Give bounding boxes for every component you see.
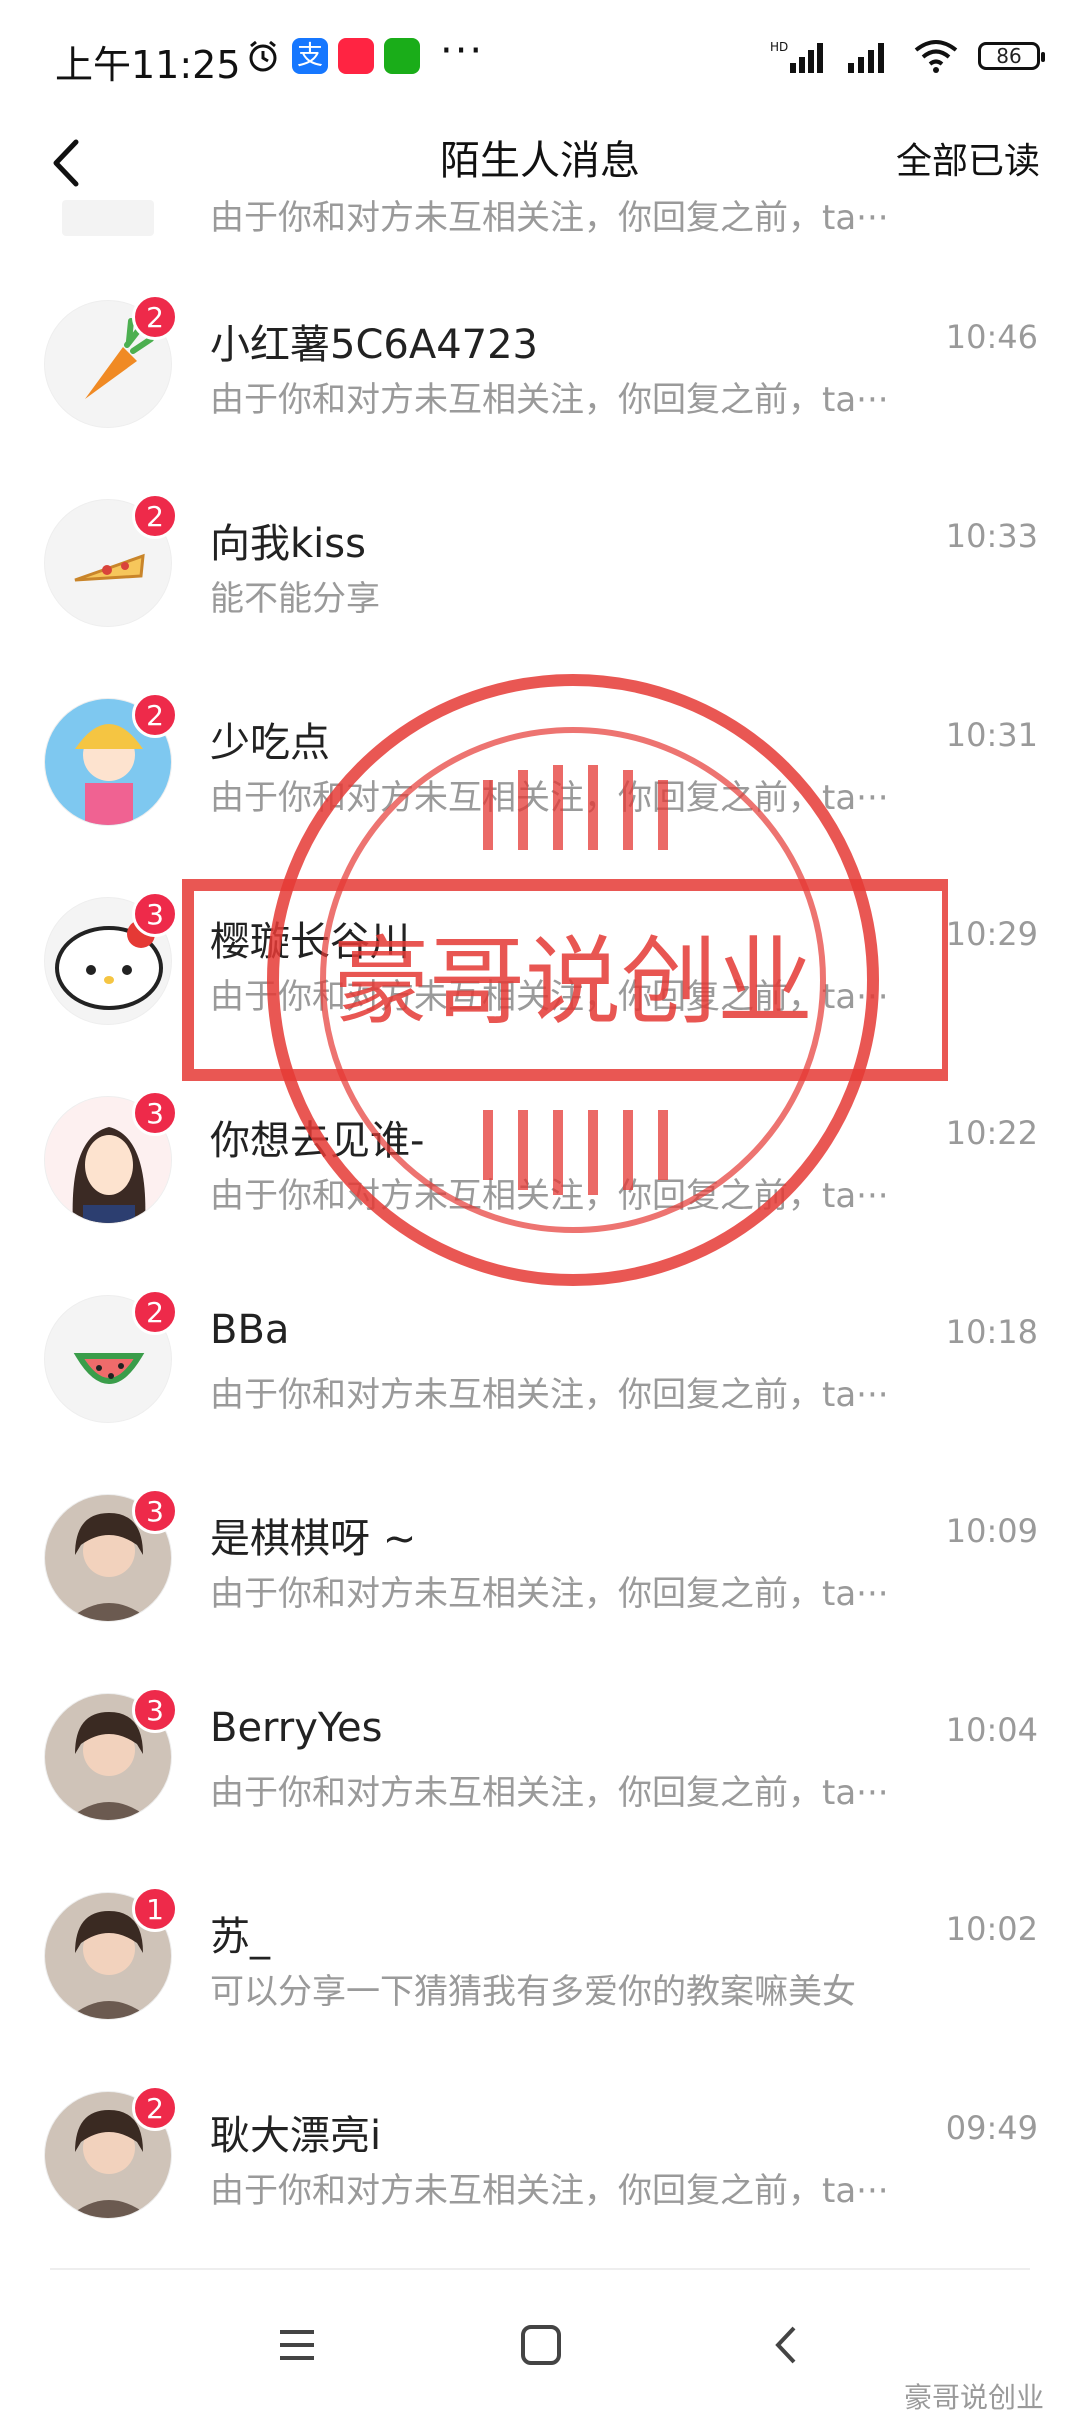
conversation-item[interactable]: 3 BerryYes 10:04 由于你和对方未互相关注，你回复之前，ta··· — [0, 1653, 1080, 1851]
conversation-item[interactable]: 2 小红薯5C6A4723 10:46 由于你和对方未互相关注，你回复之前，ta··· — [0, 260, 1080, 458]
battery-indicator: 86 — [978, 42, 1045, 70]
message-time: 10:33 — [945, 517, 1038, 555]
message-preview: 由于你和对方未互相关注，你回复之前，ta··· — [210, 2171, 889, 2211]
contact-name: 是棋棋呀 ~ — [210, 1516, 417, 1562]
home-button[interactable] — [506, 2310, 576, 2380]
partial-list-item[interactable]: 由于你和对方未互相关注，你回复之前，ta··· — [0, 160, 1080, 240]
message-time: 10:04 — [945, 1711, 1038, 1749]
message-preview: 由于你和对方未互相关注，你回复之前，ta··· — [210, 1773, 889, 1813]
message-time: 10:18 — [945, 1313, 1038, 1351]
unread-badge: 3 — [132, 891, 178, 937]
hd-signal-icon: HD — [770, 40, 823, 73]
conversation-item[interactable]: 2 少吃点 10:31 由于你和对方未互相关注，你回复之前，ta··· — [0, 658, 1080, 856]
conversation-item[interactable]: 3 是棋棋呀 ~ 10:09 由于你和对方未互相关注，你回复之前，ta··· — [0, 1454, 1080, 1652]
status-bar: 上午11:25 支 ··· HD 86 — [0, 0, 1080, 120]
unread-badge: 1 — [132, 1886, 178, 1932]
signal-icon — [848, 43, 884, 73]
contact-name: BerryYes — [210, 1705, 383, 1751]
avatar — [62, 200, 154, 236]
alipay-icon: 支 — [292, 38, 328, 74]
status-time: 上午11:25 — [55, 43, 241, 87]
square-icon — [521, 2325, 561, 2365]
unread-badge: 2 — [132, 1289, 178, 1335]
message-preview: 由于你和对方未互相关注，你回复之前，ta··· — [210, 380, 889, 420]
message-preview: 能不能分享 — [210, 579, 380, 619]
conversation-item[interactable]: 2 BBa 10:18 由于你和对方未互相关注，你回复之前，ta··· — [0, 1255, 1080, 1453]
message-preview: 由于你和对方未互相关注，你回复之前，ta··· — [210, 778, 889, 818]
message-time: 09:49 — [945, 2109, 1038, 2147]
menu-icon — [280, 2330, 314, 2360]
message-preview: 可以分享一下猜猜我有多爱你的教案嘛美女 — [210, 1972, 856, 2012]
conversation-item[interactable]: 1 苏_ 10:02 可以分享一下猜猜我有多爱你的教案嘛美女 — [0, 1852, 1080, 2050]
alarm-icon — [249, 40, 277, 72]
more-notifications-icon: ··· — [440, 28, 485, 74]
contact-name: 耿大漂亮i — [210, 2113, 382, 2159]
message-preview: 由于你和对方未互相关注，你回复之前，ta··· — [210, 198, 889, 238]
contact-name: 少吃点 — [210, 720, 330, 766]
unread-badge: 2 — [132, 493, 178, 539]
xiaohongshu-icon — [338, 38, 374, 74]
contact-name: BBa — [210, 1307, 290, 1353]
message-preview: 由于你和对方未互相关注，你回复之前，ta··· — [210, 1176, 889, 1216]
contact-name: 向我kiss — [210, 521, 366, 567]
status-right: HD 86 — [770, 36, 1045, 76]
wechat-icon — [384, 38, 420, 74]
contact-name: 苏_ — [210, 1914, 270, 1960]
conversation-item[interactable]: 2 耿大漂亮i 09:49 由于你和对方未互相关注，你回复之前，ta··· — [0, 2051, 1080, 2249]
recent-apps-button[interactable] — [262, 2310, 332, 2380]
unread-badge: 2 — [132, 294, 178, 340]
divider — [50, 2268, 1030, 2270]
message-preview: 由于你和对方未互相关注，你回复之前，ta··· — [210, 977, 889, 1017]
contact-name: 小红薯5C6A4723 — [210, 322, 538, 368]
message-time: 10:22 — [945, 1114, 1038, 1152]
message-time: 10:46 — [945, 318, 1038, 356]
message-time: 10:29 — [945, 915, 1038, 953]
message-time: 10:09 — [945, 1512, 1038, 1550]
unread-badge: 2 — [132, 692, 178, 738]
contact-name: 你想去见谁- — [210, 1118, 425, 1164]
conversation-item[interactable]: 3 你想去见谁- 10:22 由于你和对方未互相关注，你回复之前，ta··· — [0, 1056, 1080, 1254]
hd-label: HD — [770, 40, 788, 54]
wechat-watermark: 豪哥说创业 — [903, 2381, 1044, 2414]
chevron-left-icon — [775, 2326, 796, 2364]
conversation-item[interactable]: 2 向我kiss 10:33 能不能分享 — [0, 459, 1080, 657]
unread-badge: 2 — [132, 2085, 178, 2131]
unread-badge: 3 — [132, 1687, 178, 1733]
message-time: 10:02 — [945, 1910, 1038, 1948]
unread-badge: 3 — [132, 1090, 178, 1136]
unread-badge: 3 — [132, 1488, 178, 1534]
message-preview: 由于你和对方未互相关注，你回复之前，ta··· — [210, 1375, 889, 1415]
contact-name: 樱璇长谷川 — [210, 919, 410, 965]
message-time: 10:31 — [945, 716, 1038, 754]
wifi-icon — [914, 40, 958, 73]
conversation-item[interactable]: 3 樱璇长谷川 10:29 由于你和对方未互相关注，你回复之前，ta··· — [0, 857, 1080, 1055]
system-back-button[interactable] — [752, 2310, 822, 2380]
message-preview: 由于你和对方未互相关注，你回复之前，ta··· — [210, 1574, 889, 1614]
